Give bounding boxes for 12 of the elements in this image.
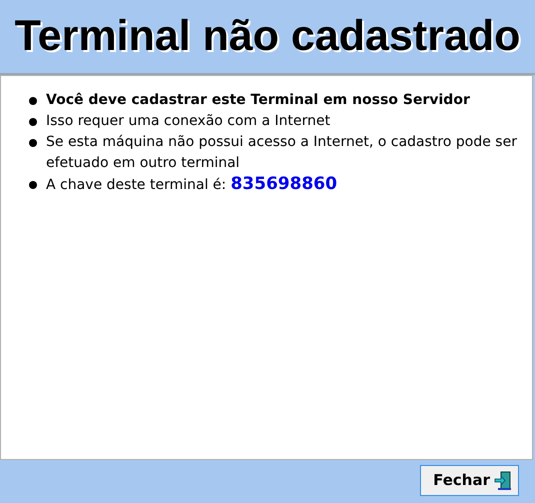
exit-door-icon	[494, 470, 512, 490]
dialog-title: Terminal não cadastrado	[14, 15, 520, 58]
message-text: Se esta máquina não possui acesso a Internet, o cadastro pode ser efetuado em outro terminal	[46, 134, 517, 171]
bullet-icon	[29, 97, 37, 105]
message-text: Você deve cadastrar este Terminal em nosso Servidor	[46, 92, 470, 108]
bullet-icon	[29, 181, 37, 189]
bullet-icon	[29, 118, 37, 126]
message-text: Isso requer uma conexão com a Internet	[46, 113, 330, 129]
bullet-icon	[29, 139, 37, 147]
close-button[interactable]: Fechar	[420, 465, 519, 496]
terminal-key: 835698860	[230, 174, 338, 194]
message-text: A chave deste terminal é:	[46, 177, 226, 193]
